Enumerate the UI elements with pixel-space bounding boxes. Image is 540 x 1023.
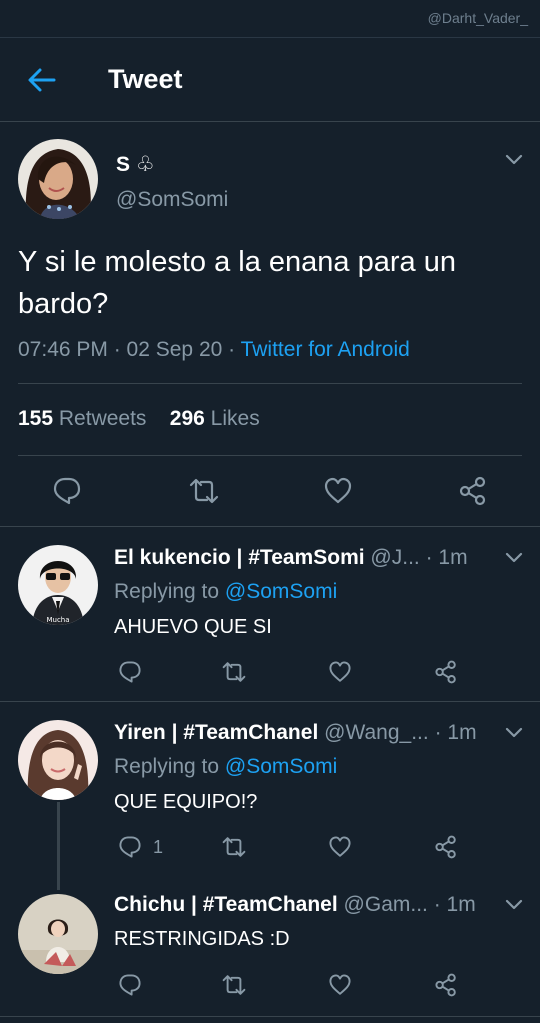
heart-icon[interactable]	[328, 835, 352, 859]
replying-label: Replying to	[114, 580, 225, 603]
author-name[interactable]: S ♧	[116, 152, 155, 177]
tweet-stats: 155 Retweets 296 Likes	[18, 407, 260, 431]
tweet-meta: 07:46 PM · 02 Sep 20 · Twitter for Andro…	[18, 338, 410, 362]
likes-count: 296	[169, 407, 205, 430]
tweet-timestamp: 07:46 PM · 02 Sep 20 ·	[18, 338, 241, 361]
likes-stat[interactable]: 296 Likes	[170, 407, 260, 430]
reply-author-handle[interactable]: @Wang_...	[324, 721, 429, 744]
reply-author-name[interactable]: Chichu | #TeamChanel	[114, 893, 338, 916]
reply-icon[interactable]	[118, 835, 142, 859]
share-icon[interactable]	[434, 835, 458, 859]
reply-tweet[interactable]: Mucha El kukencio | #TeamSomi @J... · 1m…	[0, 527, 540, 701]
avatar-caption: Mucha	[46, 616, 69, 624]
reply-timestamp: · 1m	[425, 546, 468, 569]
reply-timestamp: · 1m	[433, 893, 476, 916]
profile-photo	[18, 720, 98, 800]
reply-author-name[interactable]: El kukencio | #TeamSomi	[114, 546, 365, 569]
retweets-count: 155	[18, 407, 54, 430]
avatar[interactable]	[18, 720, 98, 800]
app-header: Tweet	[0, 38, 540, 122]
likes-label: Likes	[210, 407, 260, 430]
retweet-icon[interactable]	[220, 973, 248, 997]
heart-icon[interactable]	[328, 660, 352, 684]
chevron-down-icon[interactable]	[504, 726, 524, 740]
divider	[0, 1016, 540, 1017]
reply-author-handle[interactable]: @J...	[370, 546, 419, 569]
replying-to-link[interactable]: @SomSomi	[225, 755, 337, 778]
reply-author-handle[interactable]: @Gam...	[344, 893, 428, 916]
reply-tweet[interactable]: Chichu | #TeamChanel @Gam... · 1m RESTRI…	[0, 876, 540, 1016]
reply-icon[interactable]	[118, 973, 142, 997]
replying-to: Replying to @SomSomi	[114, 755, 337, 779]
heart-icon[interactable]	[323, 476, 353, 506]
retweet-icon[interactable]	[220, 835, 248, 859]
share-icon[interactable]	[434, 973, 458, 997]
tweet-text: Y si le molesto a la enana para un bardo…	[18, 246, 456, 320]
retweet-icon[interactable]	[220, 660, 248, 684]
reply-timestamp: · 1m	[434, 721, 477, 744]
reply-author-name[interactable]: Yiren | #TeamChanel	[114, 721, 318, 744]
profile-photo	[18, 894, 98, 974]
reply-text: AHUEVO QUE SI	[114, 616, 272, 638]
share-icon[interactable]	[434, 660, 458, 684]
replying-to: Replying to @SomSomi	[114, 580, 337, 604]
chevron-down-icon[interactable]	[504, 153, 524, 167]
watermark: @Darht_Vader_	[427, 10, 528, 26]
profile-photo: Mucha	[18, 545, 98, 625]
chevron-down-icon[interactable]	[504, 551, 524, 565]
reply-text: RESTRINGIDAS :D	[114, 928, 290, 950]
divider	[18, 383, 522, 384]
reply-text: QUE EQUIPO!?	[114, 791, 258, 813]
avatar[interactable]	[18, 139, 98, 219]
heart-icon[interactable]	[328, 973, 352, 997]
replying-to-link[interactable]: @SomSomi	[225, 580, 337, 603]
avatar[interactable]	[18, 894, 98, 974]
reply-count: 1	[153, 837, 164, 857]
reply-tweet[interactable]: Yiren | #TeamChanel @Wang_... · 1m Reply…	[0, 702, 540, 890]
tweet-source-link[interactable]: Twitter for Android	[241, 338, 410, 361]
reply-icon[interactable]	[118, 660, 142, 684]
reply-header: El kukencio | #TeamSomi @J... · 1m	[114, 546, 494, 570]
profile-photo	[18, 139, 98, 219]
divider	[18, 455, 522, 456]
back-button[interactable]	[26, 66, 58, 94]
retweets-stat[interactable]: 155 Retweets	[18, 407, 146, 430]
replying-label: Replying to	[114, 755, 225, 778]
page-title: Tweet	[108, 64, 183, 94]
share-icon[interactable]	[458, 476, 488, 506]
retweet-icon[interactable]	[187, 476, 221, 506]
reply-icon[interactable]	[52, 476, 82, 506]
reply-header: Yiren | #TeamChanel @Wang_... · 1m	[114, 721, 494, 745]
reply-header: Chichu | #TeamChanel @Gam... · 1m	[114, 893, 494, 917]
arrow-left-icon	[28, 68, 56, 92]
retweets-label: Retweets	[58, 407, 147, 430]
tweet-actions	[0, 476, 540, 506]
author-handle[interactable]: @SomSomi	[116, 188, 228, 212]
chevron-down-icon[interactable]	[504, 898, 524, 912]
avatar[interactable]: Mucha	[18, 545, 98, 625]
